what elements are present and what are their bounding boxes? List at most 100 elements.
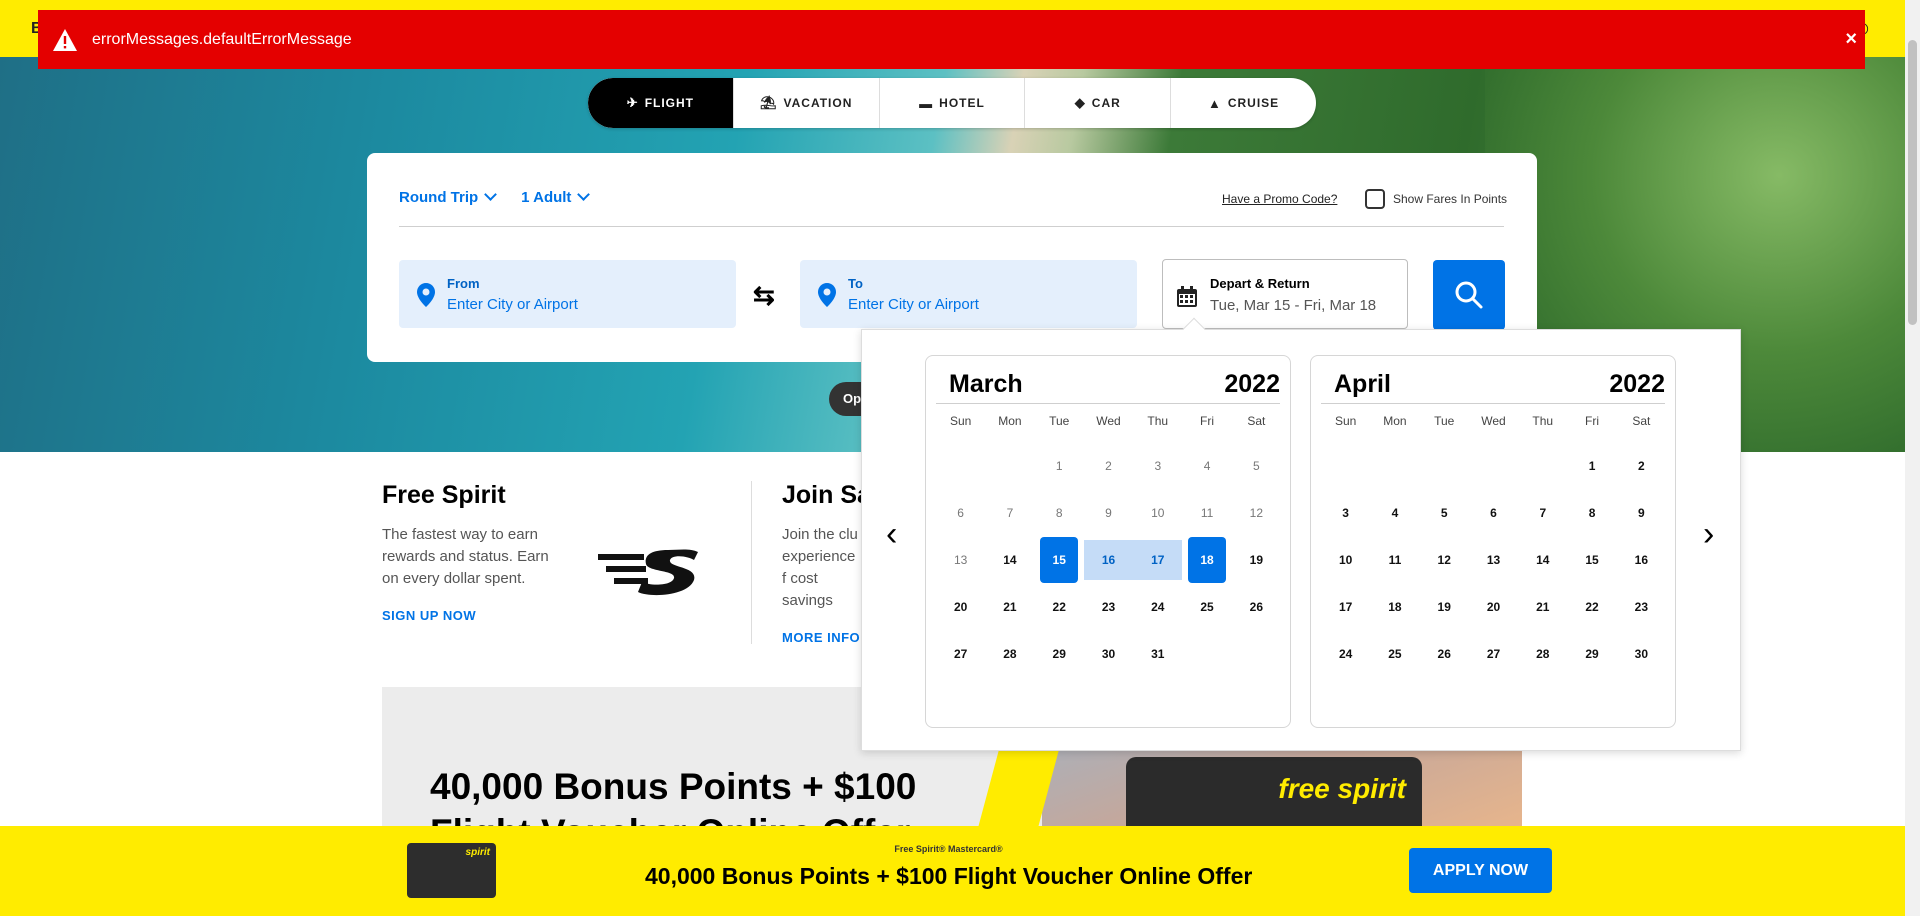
checkbox-box[interactable] [1365,189,1385,209]
calendar-day[interactable]: 29 [1567,634,1616,674]
calendar-day[interactable]: 31 [1133,634,1182,674]
calendar-day[interactable]: 28 [985,634,1034,674]
beach-icon: ⛱ [759,95,778,110]
trip-type-dropdown[interactable]: Round Trip [399,188,498,206]
calendar-day: 9 [1105,506,1112,520]
calendar-day: 11 [1200,506,1214,520]
calendar-day[interactable]: 18 [1370,587,1419,627]
bottom-offer-bar: spirit Free Spirit® Mastercard® 40,000 B… [0,826,1905,916]
calendar-day[interactable]: 24 [1133,587,1182,627]
calendar-day[interactable]: 24 [1321,634,1370,674]
weekday-header: Sun Mon Tue Wed Thu Fri Sat [936,414,1281,428]
calendar-day[interactable]: 30 [1617,634,1666,674]
calendar-day[interactable]: 27 [1469,634,1518,674]
page-scrollbar[interactable] [1905,0,1920,916]
calendar-day[interactable]: 20 [1469,587,1518,627]
calendar-day[interactable]: 8 [1567,493,1616,533]
calendar-day[interactable]: 25 [1182,587,1231,627]
calendar-month-march: March 2022 Sun Mon Tue Wed Thu Fri Sat 12345678… [925,355,1291,728]
calendar-day[interactable]: 26 [1232,587,1281,627]
weekday-label: Sat [1247,414,1266,428]
calendar-day[interactable]: 2 [1617,446,1666,486]
passengers-dropdown[interactable]: 1 Adult [521,188,591,206]
tab-hotel[interactable]: ▬ HOTEL [880,78,1026,128]
sign-up-link[interactable]: SIGN UP NOW [382,608,552,623]
calendar-day[interactable]: 19 [1420,587,1469,627]
calendar-day: 8 [1055,506,1063,520]
calendar-day[interactable]: 22 [1567,587,1616,627]
tab-vacation[interactable]: ⛱ VACATION [734,78,880,128]
to-field[interactable]: To Enter City or Airport [800,260,1137,328]
section-divider [751,481,752,644]
calendar-day[interactable]: 3 [1321,493,1370,533]
promo-code-link[interactable]: Have a Promo Code? [1222,192,1337,206]
calendar-day[interactable]: 21 [985,587,1034,627]
weekday-label: Thu [1147,414,1169,428]
calendar-day[interactable]: 15 [1567,540,1616,580]
calendar-day[interactable]: 25 [1370,634,1419,674]
weekday-label: Wed [1096,414,1121,428]
month-name: March [949,370,1023,398]
calendar-day[interactable]: 14 [985,540,1034,580]
calendar-day: 2 [1105,459,1112,473]
swap-icon[interactable]: ⇆ [753,280,775,311]
calendar-day[interactable]: 28 [1518,634,1567,674]
tab-car[interactable]: ◆ CAR [1025,78,1172,128]
calendar-day[interactable]: 7 [1518,493,1567,533]
weekday-label: Wed [1481,414,1506,428]
weekday-label: Thu [1532,414,1554,428]
calendar-day-in-range[interactable]: 17 [1133,540,1183,580]
calendar-day[interactable]: 4 [1370,493,1419,533]
location-pin-icon [417,283,435,307]
dates-label: Depart & Return [1210,276,1310,291]
calendar-day[interactable]: 29 [1035,634,1084,674]
calendar-day: 5 [1253,459,1260,473]
calendar-day[interactable]: 21 [1518,587,1567,627]
calendar-day[interactable]: 23 [1617,587,1666,627]
booking-tabs: ✈ FLIGHT ⛱ VACATION ▬ HOTEL ◆ CAR ▲ CRUISE [588,78,1316,128]
warning-icon [53,28,77,51]
calendar-day[interactable]: 22 [1035,587,1084,627]
calendar-day[interactable]: 5 [1420,493,1469,533]
calendar-day: 12 [1249,506,1264,520]
calendar-day: 4 [1203,459,1211,473]
tab-cruise[interactable]: ▲ CRUISE [1171,78,1316,128]
tab-flight[interactable]: ✈ FLIGHT [588,78,734,128]
calendar-day[interactable]: 1 [1567,446,1616,486]
calendar-day[interactable]: 30 [1084,634,1133,674]
more-info-link[interactable]: MORE INFO [782,630,871,645]
prev-month-icon[interactable]: ‹ [886,515,897,554]
calendar-day-selected[interactable]: 15 [1035,537,1084,583]
calendar-day[interactable]: 23 [1084,587,1133,627]
calendar-day[interactable]: 17 [1321,587,1370,627]
plane-icon: ✈ [626,95,639,110]
chevron-down-icon [484,188,498,201]
apply-now-button[interactable]: APPLY NOW [1409,848,1552,893]
to-input[interactable]: Enter City or Airport [848,296,979,313]
calendar-day[interactable]: 11 [1370,540,1419,580]
calendar-day[interactable]: 6 [1469,493,1518,533]
from-input[interactable]: Enter City or Airport [447,296,578,313]
offer-subtitle: Free Spirit® Mastercard® [894,844,1003,854]
calendar-day-in-range[interactable]: 16 [1083,540,1134,580]
calendar-day[interactable]: 26 [1420,634,1469,674]
calendar-day[interactable]: 12 [1420,540,1469,580]
calendar-day[interactable]: 13 [1469,540,1518,580]
next-month-icon[interactable]: › [1703,515,1714,554]
error-banner: errorMessages.defaultErrorMessage × [38,10,1865,69]
search-button[interactable] [1433,260,1505,330]
from-field[interactable]: From Enter City or Airport [399,260,736,328]
calendar-day[interactable]: 27 [936,634,985,674]
close-icon[interactable]: × [1845,28,1857,51]
calendar-day[interactable]: 16 [1617,540,1666,580]
calendar-day-selected[interactable]: 18 [1182,537,1231,583]
calendar-day[interactable]: 10 [1321,540,1370,580]
dates-field[interactable]: Depart & Return Tue, Mar 15 - Fri, Mar 1… [1162,259,1408,329]
calendar-day[interactable]: 20 [936,587,985,627]
weekday-label: Tue [1049,414,1070,428]
calendar-day[interactable]: 14 [1518,540,1567,580]
calendar-day[interactable]: 19 [1232,540,1281,580]
calendar-day[interactable]: 9 [1617,493,1666,533]
show-points-checkbox[interactable]: Show Fares In Points [1365,189,1507,209]
credit-card-image: free spirit [1126,757,1422,827]
